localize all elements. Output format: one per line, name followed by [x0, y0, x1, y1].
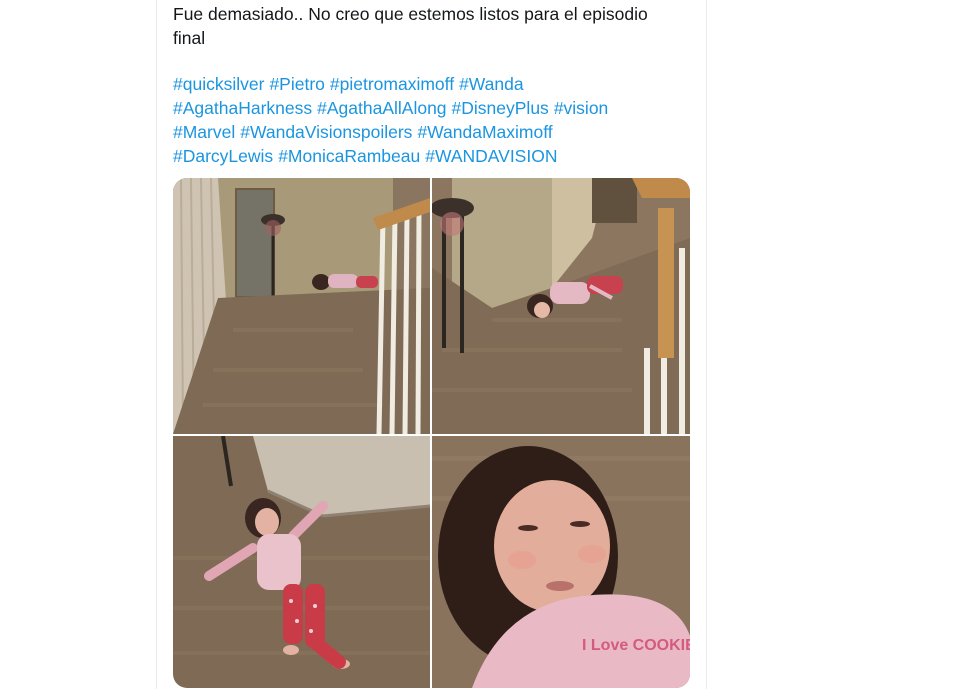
- media-grid: I Love COOKIES: [173, 178, 690, 688]
- hashtag-link[interactable]: #vision: [554, 98, 608, 118]
- hashtag-link[interactable]: #pietromaximoff: [330, 74, 454, 94]
- hashtag-link[interactable]: #Pietro: [269, 74, 324, 94]
- hashtag-link[interactable]: #quicksilver: [173, 74, 264, 94]
- hashtag-link[interactable]: #WandaMaximoff: [417, 122, 552, 142]
- tweet-text-line: Fue demasiado.. No creo que estemos list…: [173, 4, 648, 24]
- hashtag-link[interactable]: #WandaVisionspoilers: [240, 122, 412, 142]
- hashtag-link[interactable]: #AgathaAllAlong: [317, 98, 446, 118]
- photo-image: [173, 436, 430, 688]
- photo-image: I Love COOKIES: [432, 436, 690, 688]
- photo-girl-on-floor-by-stairs[interactable]: [432, 178, 690, 434]
- photo-girl-on-floor-wide[interactable]: [173, 178, 430, 434]
- hashtag-row: #DarcyLewis #MonicaRambeau #WANDAVISION: [173, 144, 693, 168]
- tweet-card: Fue demasiado.. No creo que estemos list…: [156, 0, 707, 689]
- page: Fue demasiado.. No creo que estemos list…: [0, 0, 964, 689]
- hashtag-list: #quicksilver #Pietro #pietromaximoff #Wanda…: [173, 72, 693, 168]
- hashtag-row: #quicksilver #Pietro #pietromaximoff #Wanda: [173, 72, 693, 96]
- hashtag-row: #Marvel #WandaVisionspoilers #WandaMaximof…: [173, 120, 693, 144]
- hashtag-link[interactable]: #DisneyPlus: [452, 98, 549, 118]
- hashtag-row: #AgathaHarkness #AgathaAllAlong #DisneyPlu…: [173, 96, 693, 120]
- photo-image: [173, 178, 430, 434]
- tweet-text-line: final: [173, 28, 206, 48]
- hashtag-link[interactable]: #Wanda: [459, 74, 524, 94]
- hashtag-link[interactable]: #WANDAVISION: [425, 146, 557, 166]
- photo-girl-face-closeup[interactable]: I Love COOKIES: [432, 436, 690, 688]
- photo-girl-on-floor-closeup[interactable]: [173, 436, 430, 688]
- tweet-text: Fue demasiado.. No creo que estemos list…: [173, 2, 693, 50]
- hashtag-link[interactable]: #Marvel: [173, 122, 235, 142]
- hashtag-link[interactable]: #MonicaRambeau: [278, 146, 420, 166]
- photo-image: [432, 178, 690, 434]
- hashtag-link[interactable]: #DarcyLewis: [173, 146, 273, 166]
- hashtag-link[interactable]: #AgathaHarkness: [173, 98, 312, 118]
- shirt-print-text: I Love COOKIES: [582, 637, 690, 654]
